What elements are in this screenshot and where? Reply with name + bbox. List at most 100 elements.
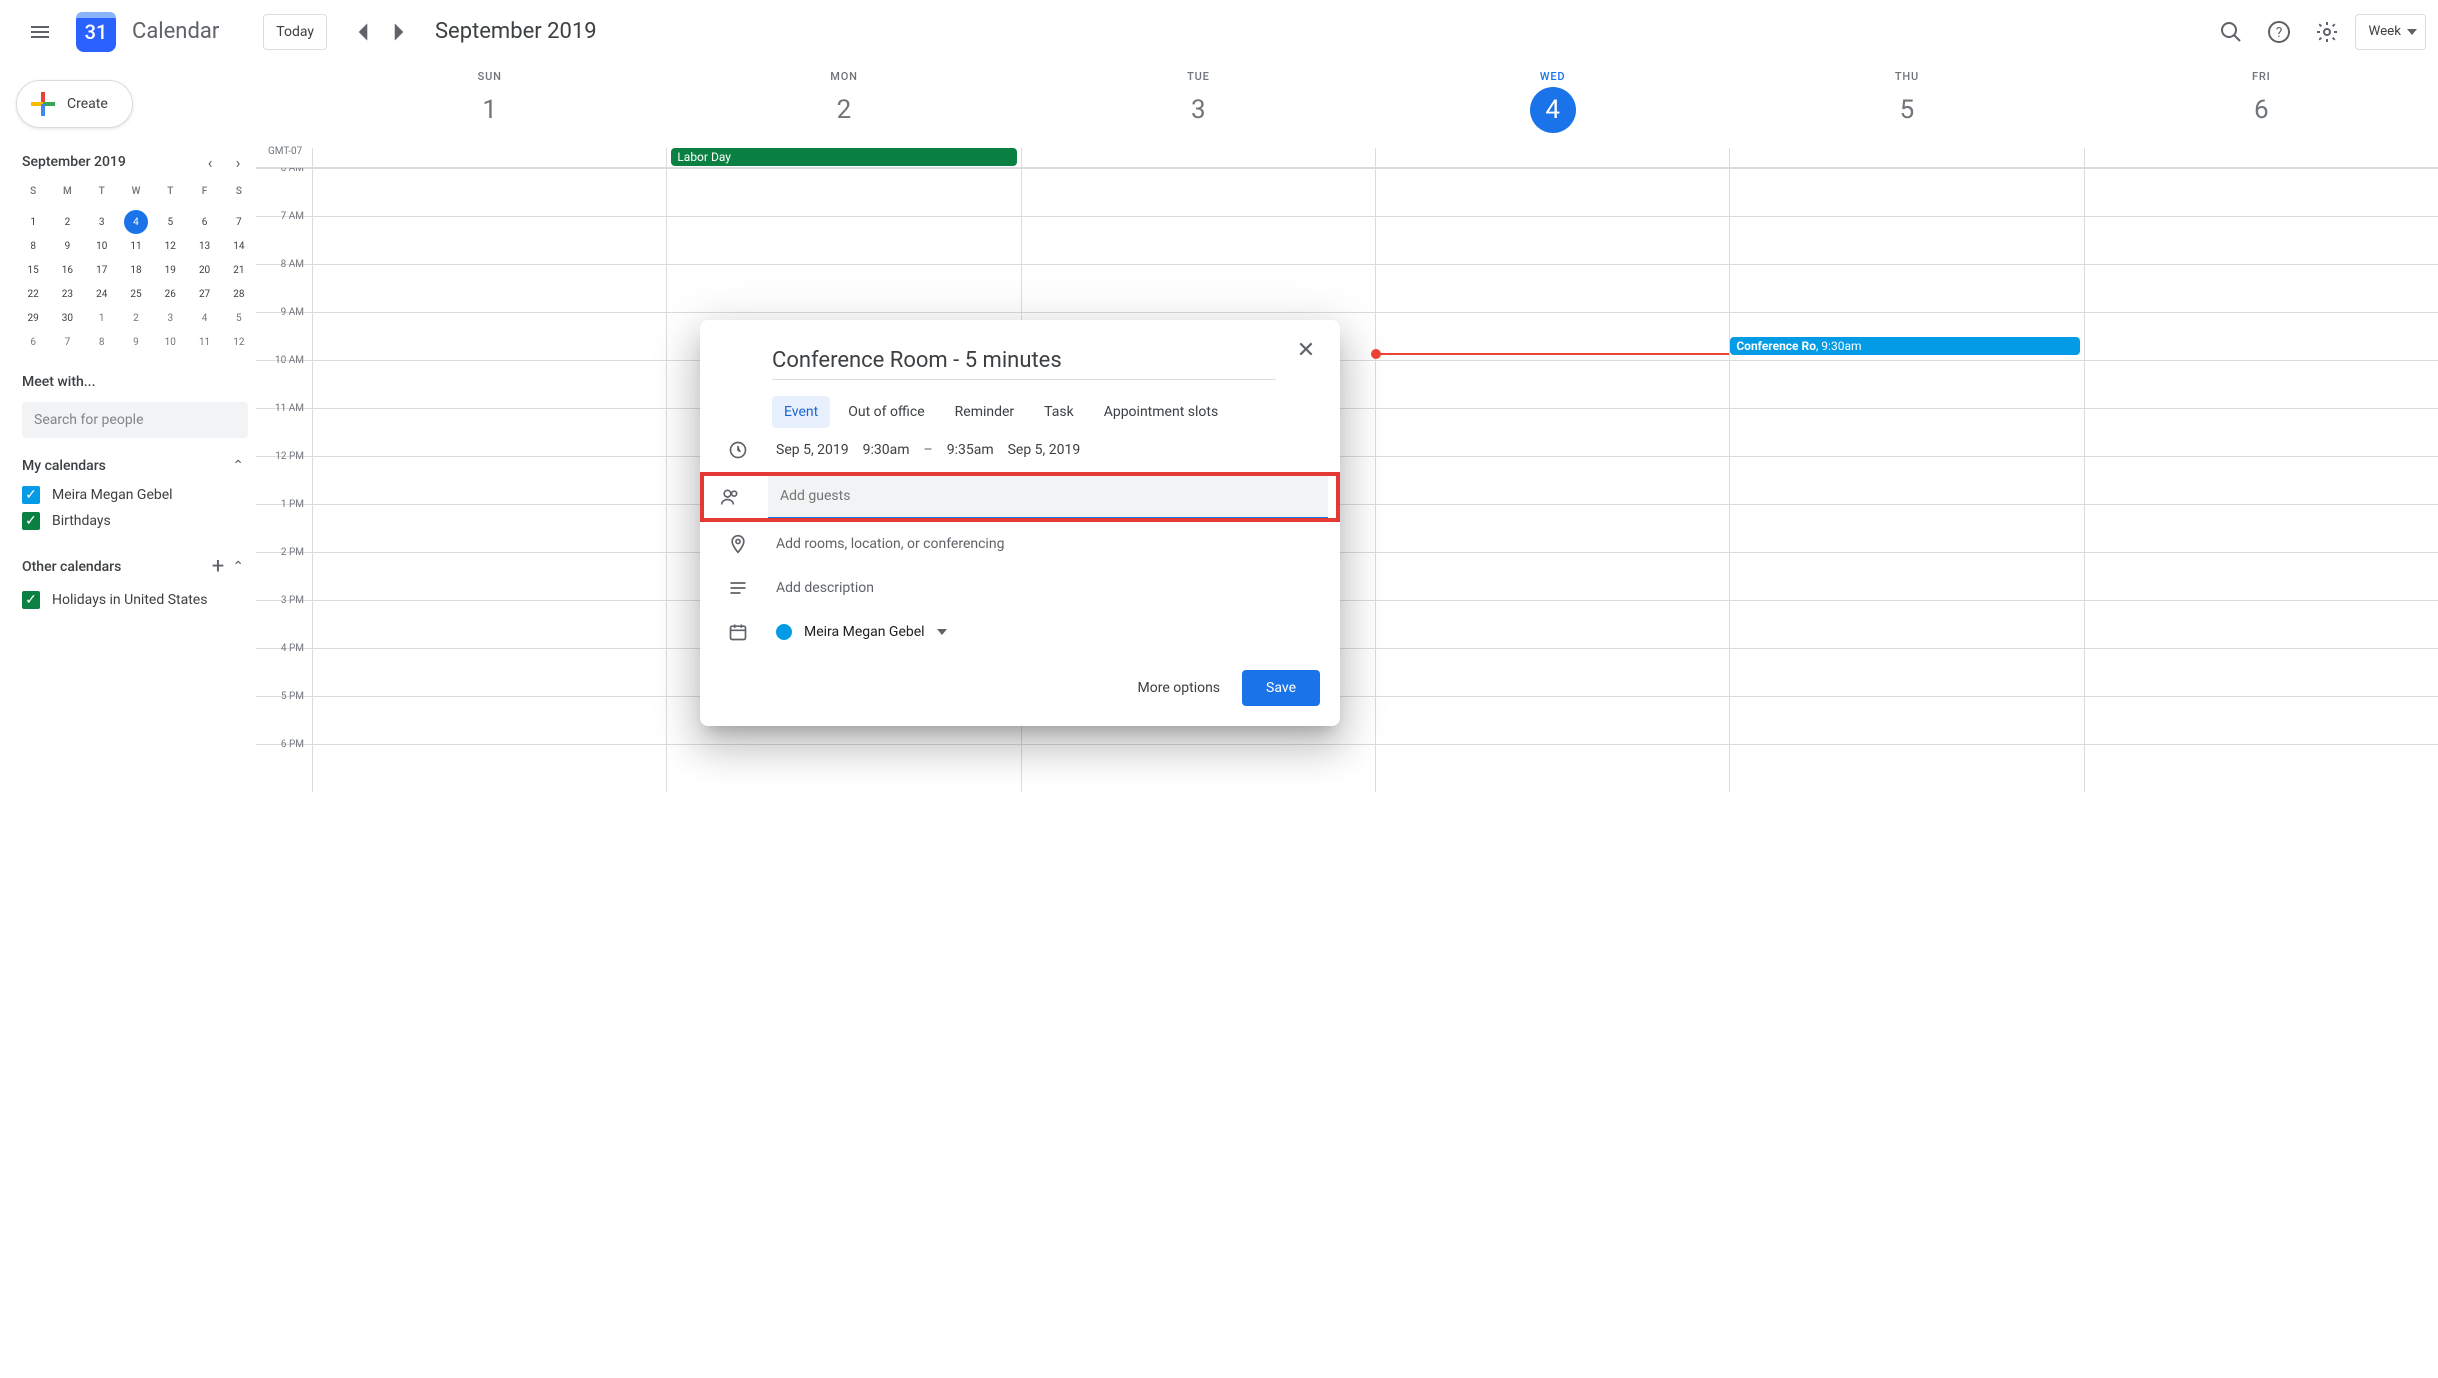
time-cell[interactable] xyxy=(312,601,666,648)
time-cell[interactable] xyxy=(1729,697,2083,744)
mini-day[interactable]: 9 xyxy=(50,234,84,258)
mini-day[interactable]: 27 xyxy=(187,282,221,306)
mini-day[interactable]: 18 xyxy=(119,258,153,282)
time-cell[interactable] xyxy=(1375,217,1729,264)
mini-day[interactable]: 19 xyxy=(153,258,187,282)
time-cell[interactable] xyxy=(2084,217,2438,264)
search-people-input[interactable] xyxy=(34,402,236,438)
time-cell[interactable] xyxy=(2084,697,2438,744)
event-type-tab[interactable]: Event xyxy=(772,396,830,428)
time-cell[interactable] xyxy=(312,649,666,696)
mini-day[interactable]: 14 xyxy=(222,234,256,258)
event-type-tab[interactable]: Task xyxy=(1032,396,1086,428)
search-people-field[interactable] xyxy=(22,402,248,438)
next-period-button[interactable] xyxy=(383,16,415,48)
time-cell[interactable] xyxy=(1729,601,2083,648)
add-location-button[interactable]: Add rooms, location, or conferencing xyxy=(776,536,1004,552)
time-cell[interactable] xyxy=(1021,217,1375,264)
time-cell[interactable] xyxy=(312,553,666,600)
event-type-tab[interactable]: Out of office xyxy=(836,396,936,428)
allday-cell[interactable] xyxy=(1729,148,2083,167)
mini-day[interactable]: 17 xyxy=(85,258,119,282)
add-calendar-button[interactable]: + xyxy=(212,554,224,579)
mini-day[interactable]: 10 xyxy=(153,330,187,354)
mini-day[interactable]: 2 xyxy=(50,210,84,234)
time-cell[interactable] xyxy=(2084,601,2438,648)
allday-cell[interactable] xyxy=(2084,148,2438,167)
view-select[interactable]: Week xyxy=(2355,14,2426,50)
end-time[interactable]: 9:35am xyxy=(947,442,994,458)
menu-button[interactable] xyxy=(16,8,64,56)
time-cell[interactable] xyxy=(312,169,666,216)
mini-day[interactable]: 28 xyxy=(222,282,256,306)
mini-day[interactable]: 1 xyxy=(85,306,119,330)
time-cell[interactable] xyxy=(312,409,666,456)
mini-day[interactable]: 24 xyxy=(85,282,119,306)
time-cell[interactable] xyxy=(1375,553,1729,600)
mini-day[interactable]: 3 xyxy=(153,306,187,330)
close-button[interactable]: ✕ xyxy=(1288,332,1324,368)
time-cell[interactable] xyxy=(312,505,666,552)
mini-day[interactable]: 6 xyxy=(187,210,221,234)
time-cell[interactable] xyxy=(2084,169,2438,216)
time-cell[interactable] xyxy=(666,745,1020,792)
today-button[interactable]: Today xyxy=(263,14,327,50)
time-cell[interactable] xyxy=(1375,745,1729,792)
event-type-tab[interactable]: Reminder xyxy=(943,396,1027,428)
mini-day[interactable]: 20 xyxy=(187,258,221,282)
my-calendars-toggle[interactable]: My calendars ⌃ xyxy=(12,438,256,482)
time-cell[interactable] xyxy=(1729,649,2083,696)
mini-next-button[interactable]: › xyxy=(224,148,252,176)
time-cell[interactable] xyxy=(1375,169,1729,216)
time-cell[interactable] xyxy=(1375,361,1729,408)
allday-event[interactable]: Labor Day xyxy=(671,148,1016,166)
allday-cell[interactable] xyxy=(1375,148,1729,167)
day-header[interactable]: SUN1 xyxy=(312,64,666,148)
time-cell[interactable] xyxy=(312,265,666,312)
create-button[interactable]: Create xyxy=(16,80,133,128)
time-cell[interactable] xyxy=(1729,745,2083,792)
mini-day[interactable]: 12 xyxy=(222,330,256,354)
start-date[interactable]: Sep 5, 2019 xyxy=(776,442,849,458)
calendar-item[interactable]: ✓Holidays in United States xyxy=(12,587,256,613)
time-cell[interactable] xyxy=(1375,313,1729,360)
time-cell[interactable] xyxy=(1021,745,1375,792)
mini-day[interactable]: 12 xyxy=(153,234,187,258)
time-cell[interactable] xyxy=(1729,265,2083,312)
time-cell[interactable]: Conference Ro, 9:30am xyxy=(1729,313,2083,360)
timed-event[interactable]: Conference Ro, 9:30am xyxy=(1730,337,2079,355)
calendar-item[interactable]: ✓Birthdays xyxy=(12,508,256,534)
time-cell[interactable] xyxy=(666,265,1020,312)
time-cell[interactable] xyxy=(312,217,666,264)
day-header[interactable]: THU5 xyxy=(1729,64,2083,148)
time-cell[interactable] xyxy=(312,313,666,360)
mini-prev-button[interactable]: ‹ xyxy=(196,148,224,176)
time-cell[interactable] xyxy=(2084,505,2438,552)
mini-day[interactable]: 9 xyxy=(119,330,153,354)
time-cell[interactable] xyxy=(2084,649,2438,696)
day-header[interactable]: MON2 xyxy=(666,64,1020,148)
settings-button[interactable] xyxy=(2307,12,2347,52)
time-cell[interactable] xyxy=(1729,553,2083,600)
time-cell[interactable] xyxy=(1729,169,2083,216)
mini-day[interactable]: 15 xyxy=(16,258,50,282)
time-cell[interactable] xyxy=(1021,169,1375,216)
time-cell[interactable] xyxy=(1375,649,1729,696)
time-cell[interactable] xyxy=(1375,409,1729,456)
time-cell[interactable] xyxy=(1375,601,1729,648)
time-cell[interactable] xyxy=(2084,265,2438,312)
mini-day[interactable]: 11 xyxy=(187,330,221,354)
time-cell[interactable] xyxy=(1375,505,1729,552)
mini-day[interactable]: 8 xyxy=(85,330,119,354)
mini-day[interactable]: 4 xyxy=(119,210,153,234)
time-cell[interactable] xyxy=(1729,217,2083,264)
allday-cell[interactable] xyxy=(1021,148,1375,167)
search-button[interactable] xyxy=(2211,12,2251,52)
time-cell[interactable] xyxy=(312,745,666,792)
time-cell[interactable] xyxy=(2084,313,2438,360)
mini-day[interactable]: 11 xyxy=(119,234,153,258)
start-time[interactable]: 9:30am xyxy=(863,442,910,458)
time-cell[interactable] xyxy=(1021,265,1375,312)
mini-day[interactable]: 6 xyxy=(16,330,50,354)
mini-day[interactable]: 3 xyxy=(85,210,119,234)
